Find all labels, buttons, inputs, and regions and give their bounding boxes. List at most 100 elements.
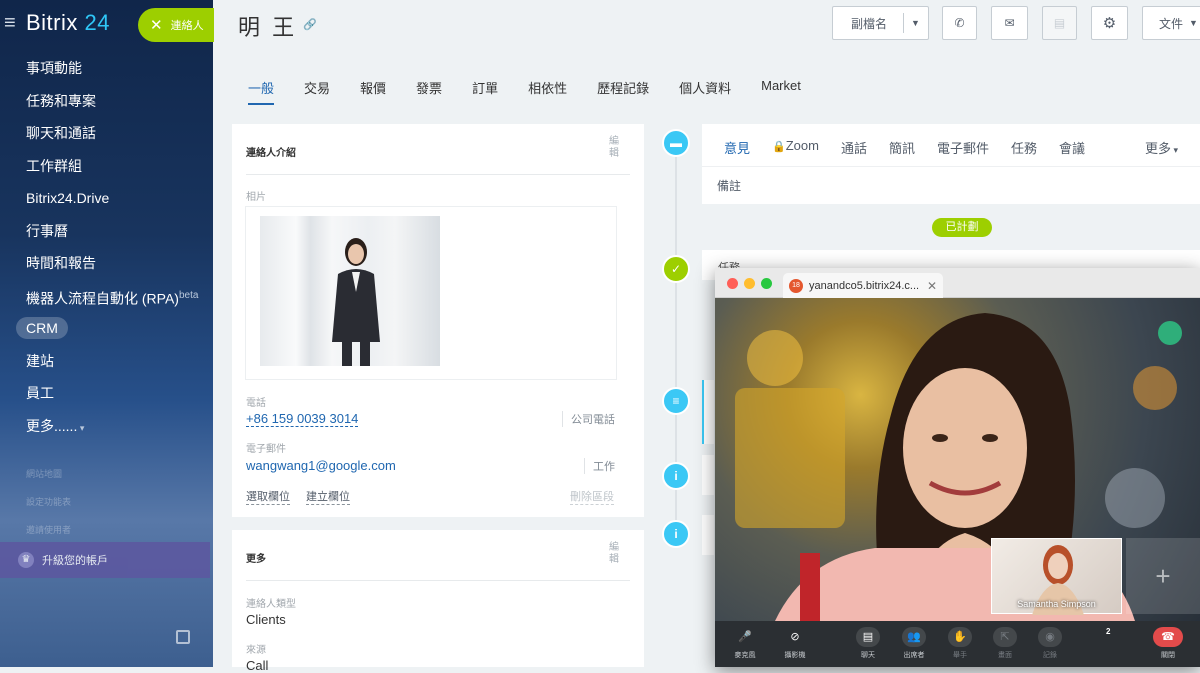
raise-hand-button[interactable]: ✋ 舉手 [942,627,978,660]
settings-button[interactable]: ⚙ [1091,6,1128,40]
sidebar-item-feed[interactable]: 事項動能 [0,54,213,87]
participant-name: Samantha Simpson [1017,599,1096,609]
invite-users-link[interactable]: 邀請使用者 [26,523,71,536]
screen-label: 畫面 [998,652,1012,659]
tab-general[interactable]: 一般 [248,78,275,105]
sitemap-link[interactable]: 網站地圖 [26,467,62,480]
tab-invoices[interactable]: 發票 [416,78,442,103]
configure-menu-link[interactable]: 設定功能表 [26,495,71,508]
sidebar-item-sites[interactable]: 建站 [0,347,213,380]
maximize-window-button[interactable] [761,278,772,289]
contact-chip-label: 連絡人 [170,20,204,32]
logo[interactable]: ≡ Bitrix 24 [0,8,110,38]
edit-button[interactable]: 編輯 [608,542,620,566]
tab-task[interactable]: 任務 [1011,138,1037,157]
email-button[interactable]: ✉ [991,6,1028,40]
microphone-button[interactable]: 🎤 麥克風 [727,627,763,660]
alias-button[interactable]: 副檔名 ▼ [832,6,929,40]
close-icon[interactable]: ✕ [927,279,937,293]
sidebar-item-more[interactable]: 更多...... ▾ [0,412,213,445]
card-title: 連絡人介紹 [246,148,296,159]
record-button[interactable]: ◉ 記錄 [1032,627,1068,660]
browser-tab[interactable]: 18 yanandco5.bitrix24.c... ✕ [783,273,943,298]
tab-dependencies[interactable]: 相依性 [528,78,567,103]
documents-button[interactable]: 文件 ▼ [1142,6,1200,40]
tab-orders[interactable]: 訂單 [472,78,498,103]
documents-label: 文件 [1159,16,1184,31]
note-placeholder[interactable]: 備註 [717,177,741,194]
create-field-link[interactable]: 建立欄位 [306,488,350,505]
tab-quotes[interactable]: 報價 [360,78,386,103]
close-icon: ✕ [150,17,163,34]
tab-sms[interactable]: 簡訊 [889,138,915,157]
select-field-link[interactable]: 選取欄位 [246,488,290,505]
upgrade-button[interactable]: ♛ 升級您的帳戶 [0,542,210,578]
divider [702,166,1200,167]
add-participant-button[interactable]: + [1126,538,1200,614]
phone-value[interactable]: +86 159 0039 3014 [246,411,359,427]
phone-call-button[interactable]: ✆ [942,6,977,40]
tab-profile[interactable]: 個人資料 [679,78,731,103]
chevron-down-icon: ▼ [1189,18,1198,28]
chat-button[interactable]: ▤ [1042,6,1077,40]
chevron-down-icon[interactable]: ▼ [911,18,920,28]
lock-icon: 🔒 [772,141,786,153]
close-window-button[interactable] [727,278,738,289]
sidebar-item-employees[interactable]: 員工 [0,379,213,412]
favicon-icon: 18 [789,278,803,293]
participants-count: 2 [1106,627,1111,636]
hangup-icon: ☎ [1153,627,1183,647]
divider [903,13,904,33]
sidebar-item-crm[interactable]: CRM [0,314,213,347]
hand-icon: ✋ [948,627,972,647]
comment-icon: ▬ [662,129,690,157]
tab-zoom[interactable]: 🔒Zoom [772,138,819,157]
record-icon: ◉ [1038,627,1062,647]
divider [246,580,630,581]
video-call-window[interactable]: 18 yanandco5.bitrix24.c... ✕ Samantha Si… [715,268,1200,667]
contact-photo [260,216,440,366]
close-contact-button[interactable]: ✕ 連絡人 [138,8,214,42]
person-image [332,238,380,366]
sidebar-item-time[interactable]: 時間和報告 [0,249,213,282]
users-icon: 👥 [902,627,926,647]
sidebar-item-calendar[interactable]: 行事曆 [0,217,213,250]
record-label: 記錄 [1043,652,1057,659]
sidebar-item-more-label: 更多...... [26,417,78,434]
participants-button[interactable]: 👥 出席者 2 [896,627,1110,660]
sidebar-item-chat[interactable]: 聊天和通話 [0,119,213,152]
contact-type-label: 連絡人類型 [246,599,296,610]
tab-history[interactable]: 歷程記錄 [597,78,649,103]
tab-call[interactable]: 通話 [841,138,867,157]
chat-label: 聊天 [861,652,875,659]
delete-section-link[interactable]: 刪除區段 [570,488,614,505]
tab-email[interactable]: 電子郵件 [937,138,989,157]
screen-share-button[interactable]: ⇱ 畫面 [987,627,1023,660]
phone-type: 公司電話 [562,411,615,427]
mail-icon: ✉ [1004,16,1015,30]
printer-icon[interactable] [176,630,190,644]
chat-button[interactable]: ▤ 聊天 [850,627,886,660]
sidebar-item-rpa[interactable]: 機器人流程自動化 (RPA)beta [0,282,213,315]
edit-button[interactable]: 編輯 [608,136,620,160]
planned-badge: 已計劃 [932,218,992,237]
tab-comment[interactable]: 意見 [724,138,750,157]
browser-tab-title: yanandco5.bitrix24.c... [809,279,920,292]
hangup-button[interactable]: ☎ 關閉 [1150,627,1186,660]
more-info-card: 更多 編輯 連絡人類型 Clients 來源 Call [232,530,644,673]
more-tabs-button[interactable]: 更多 ▾ [1145,138,1178,157]
link-icon[interactable]: 🔗 [303,18,317,31]
minimize-window-button[interactable] [744,278,755,289]
sidebar-item-drive[interactable]: Bitrix24.Drive [0,184,213,217]
sidebar-item-tasks[interactable]: 任務和專案 [0,87,213,120]
chevron-down-icon: ▾ [1170,145,1178,155]
self-video-thumbnail[interactable]: Samantha Simpson [991,538,1122,615]
sidebar-menu: 事項動能 任務和專案 聊天和通話 工作群組 Bitrix24.Drive 行事曆… [0,54,213,444]
tab-meeting[interactable]: 會議 [1059,138,1085,157]
tab-deals[interactable]: 交易 [304,78,330,103]
tab-market[interactable]: Market [761,78,801,103]
camera-button[interactable]: ⊘ 攝影機 [777,627,813,660]
menu-icon[interactable]: ≡ [4,12,26,35]
email-value[interactable]: wangwang1@google.com [246,458,396,473]
sidebar-item-workgroups[interactable]: 工作群組 [0,152,213,185]
